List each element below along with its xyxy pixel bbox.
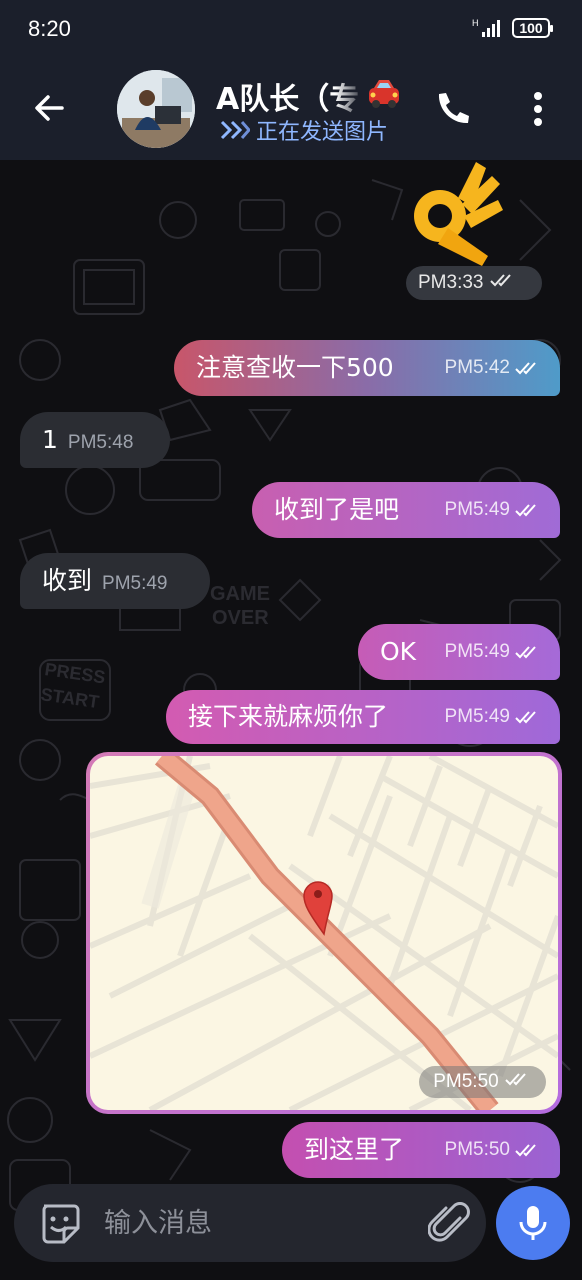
back-arrow-icon[interactable] xyxy=(28,86,72,130)
message-text: 1 xyxy=(42,425,58,454)
svg-text:GAME: GAME xyxy=(210,583,270,605)
message-time: PM5:50 xyxy=(445,1136,542,1164)
svg-text:START: START xyxy=(39,684,100,712)
message-text: 到这里了 xyxy=(304,1135,405,1164)
double-chevron-icon xyxy=(220,120,250,140)
location-map-message[interactable]: PM5:50 xyxy=(86,752,562,1114)
message-text: 注意查收一下500 xyxy=(196,353,394,382)
svg-text:PRESS: PRESS xyxy=(43,659,106,687)
message-bubble-outgoing[interactable]: OK PM5:49 xyxy=(358,624,560,680)
svg-text:H: H xyxy=(472,18,479,28)
message-bubble-outgoing[interactable]: 接下来就麻烦你了 PM5:49 xyxy=(166,690,560,744)
message-time: PM5:49 xyxy=(102,573,168,594)
message-text: OK xyxy=(380,637,417,666)
svg-text:OVER: OVER xyxy=(212,607,269,629)
car-emoji-icon xyxy=(369,80,399,108)
phone-icon[interactable] xyxy=(430,88,472,130)
message-text: 接下来就麻烦你了 xyxy=(188,702,389,731)
double-check-icon xyxy=(515,711,536,724)
message-time: PM5:49 xyxy=(445,703,542,731)
message-bubble-outgoing[interactable]: 注意查收一下500 PM5:42 xyxy=(174,340,560,396)
microphone-icon xyxy=(519,1206,547,1240)
more-vert-icon[interactable] xyxy=(520,88,556,130)
message-bubble-outgoing[interactable]: 到这里了 PM5:50 xyxy=(282,1122,560,1178)
double-check-icon xyxy=(515,1144,536,1157)
message-bubble-outgoing[interactable]: 收到了是吧 PM5:49 xyxy=(252,482,560,538)
message-time: PM5:50 xyxy=(419,1066,546,1098)
chat-status: 正在发送图片 xyxy=(256,120,389,145)
message-bubble-incoming[interactable]: 收到 PM5:49 xyxy=(20,553,210,609)
status-bar: 8:20 H 100 xyxy=(0,0,582,58)
status-time: 8:20 xyxy=(28,16,71,41)
chat-header: A队长（专 正在发送图片 xyxy=(0,58,582,160)
contact-avatar[interactable] xyxy=(117,70,195,148)
message-time: PM5:42 xyxy=(445,354,542,382)
message-time: PM3:33 xyxy=(406,266,542,300)
title-fade xyxy=(335,74,365,114)
message-time: PM5:49 xyxy=(445,496,542,524)
signal-icon: H xyxy=(472,18,500,37)
double-check-icon xyxy=(515,362,536,375)
message-bubble-incoming[interactable]: 1 PM5:48 xyxy=(20,412,170,468)
message-text: 收到了是吧 xyxy=(274,495,400,524)
ok-hand-emoji[interactable] xyxy=(400,158,512,270)
double-check-icon xyxy=(515,646,536,659)
paperclip-icon[interactable] xyxy=(428,1200,472,1246)
microphone-button[interactable] xyxy=(496,1186,570,1260)
message-time: PM5:48 xyxy=(67,432,134,453)
map-view[interactable]: PM5:50 xyxy=(90,756,558,1110)
sticker-icon[interactable] xyxy=(36,1200,82,1246)
message-text: 收到 xyxy=(42,566,93,595)
double-check-icon xyxy=(490,274,511,287)
message-composer xyxy=(14,1184,486,1262)
message-time: PM5:49 xyxy=(445,638,542,666)
map-image xyxy=(90,756,558,1110)
battery-indicator: 100 xyxy=(512,18,553,38)
double-check-icon xyxy=(505,1073,526,1086)
double-check-icon xyxy=(515,504,536,517)
message-input[interactable] xyxy=(104,1202,404,1244)
